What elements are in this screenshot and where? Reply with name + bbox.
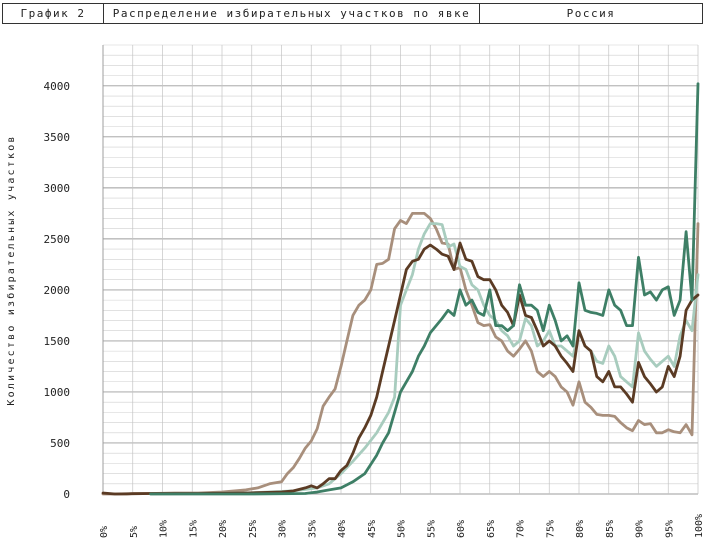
y-tick-label: 3000	[44, 182, 71, 195]
y-axis-label: Количество избирательных участков	[5, 134, 17, 405]
y-tick-label: 0	[63, 488, 70, 501]
x-tick-label: 40%	[337, 520, 348, 538]
x-tick-label: 55%	[426, 520, 437, 538]
x-tick-label: 75%	[545, 520, 556, 538]
x-tick-label: 45%	[367, 520, 378, 538]
x-tick-label: 25%	[248, 520, 259, 538]
x-tick-label: 0%	[99, 526, 110, 538]
y-tick-label: 2500	[44, 233, 71, 246]
x-tick-label: 70%	[516, 520, 527, 538]
x-tick-label: 30%	[278, 520, 289, 538]
x-tick-label: 15%	[188, 520, 199, 538]
x-tick-label: 5%	[129, 526, 140, 538]
turnout-line-chart: 0 500 1000 1500 2000 2500 3000 3500 4000 0% 5% 10% 1…	[5, 44, 705, 538]
x-tick-label: 100%	[694, 514, 705, 538]
x-tick-label: 80%	[575, 520, 586, 538]
y-tick-label: 1000	[44, 386, 71, 399]
x-tick-label: 65%	[486, 520, 497, 538]
y-tick-label: 1500	[44, 335, 71, 348]
x-tick-label: 90%	[635, 520, 646, 538]
grid	[102, 44, 699, 495]
y-tick-label: 500	[50, 437, 70, 450]
x-tick-label: 60%	[456, 520, 467, 538]
y-tick-label: 4000	[44, 80, 71, 93]
series-line-4	[149, 82, 700, 496]
y-tick-label: 2000	[44, 284, 71, 297]
y-tick-label: 3500	[44, 131, 71, 144]
x-tick-label: 20%	[218, 520, 229, 538]
x-tick-label: 10%	[159, 520, 170, 538]
x-tick-label: 95%	[664, 520, 675, 538]
x-tick-label: 50%	[397, 520, 408, 538]
x-tick-label: 85%	[605, 520, 616, 538]
x-tick-label: 35%	[307, 520, 318, 538]
axes: 0 500 1000 1500 2000 2500 3000 3500 4000 0% 5% 10% 1…	[44, 45, 705, 538]
